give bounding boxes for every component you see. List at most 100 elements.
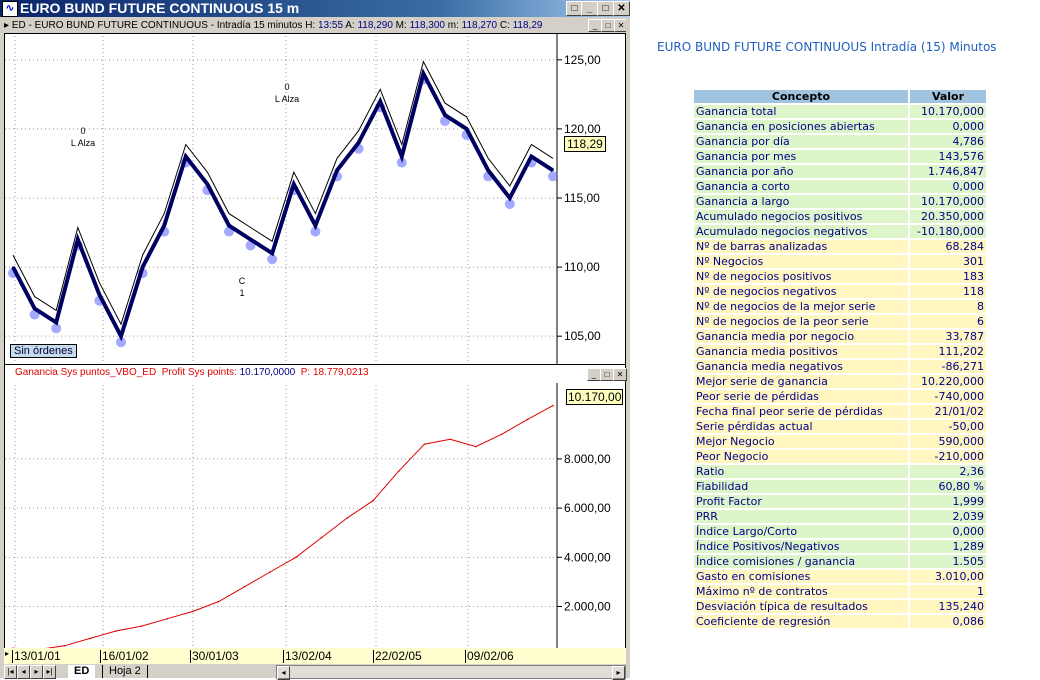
table-row: Ganancia a corto 0,000 [694, 180, 986, 193]
data-point [357, 141, 360, 144]
prev-sheet-button[interactable]: ◂ [17, 665, 30, 679]
horizontal-scrollbar[interactable]: ◂ ▸ [276, 665, 626, 680]
table-row: Ganancia por año 1.746,847 [694, 165, 986, 178]
value-cell: 3.010,00 [910, 570, 986, 583]
value-cell: 0,000 [910, 120, 986, 133]
value-cell: 20.350,000 [910, 210, 986, 223]
concept-cell: Acumulado negocios positivos [694, 210, 908, 223]
concept-cell: Ganancia media negativos [694, 360, 908, 373]
expand-arrow-icon[interactable]: ▸ [4, 20, 12, 31]
value-cell: 590,000 [910, 435, 986, 448]
concept-cell: Ganancia a corto [694, 180, 908, 193]
data-point [530, 155, 533, 158]
series-line [12, 405, 554, 651]
concept-cell: Mejor serie de ganancia [694, 375, 908, 388]
tab-ed[interactable]: ED [68, 665, 96, 678]
data-point [444, 114, 446, 116]
equity-legend: Ganancia Sys puntos_VBO_ED Profit Sys po… [15, 367, 369, 378]
equity-maximize-button[interactable]: □ [600, 368, 614, 381]
data-point [228, 224, 230, 227]
data-point [243, 585, 246, 588]
legend-value: 10.170,0000 [239, 367, 296, 378]
tab-hoja-2[interactable]: Hoja 2 [102, 665, 148, 678]
data-point [217, 600, 220, 603]
y-tick-label: 6.000,00 [564, 501, 611, 515]
title-bar: ∿ EURO BUND FUTURE CONTINUOUS 15 m □ _ □… [0, 0, 630, 17]
y-tick-label: 125,00 [564, 53, 601, 67]
data-point [552, 169, 554, 172]
next-sheet-button[interactable]: ▸ [30, 665, 43, 679]
value-cell: 0,000 [910, 525, 986, 538]
value-cell: 1.746,847 [910, 165, 986, 178]
last-sheet-button[interactable]: ▸| [43, 665, 56, 679]
concept-cell: Ganancia por día [694, 135, 908, 148]
data-point [185, 155, 187, 158]
signal-marker [51, 323, 62, 334]
table-row: Índice Positivos/Negativos 1,289 [694, 540, 986, 553]
concept-cell: Mejor Negocio [694, 435, 908, 448]
concept-cell: Índice comisiones / ganancia [694, 555, 908, 568]
a-value: 118,290 [357, 20, 393, 31]
value-cell: -740,000 [910, 390, 986, 403]
data-point [423, 443, 426, 445]
equity-close-button[interactable]: ✕ [613, 368, 627, 381]
min-value: 118,270 [461, 20, 498, 31]
equity-minimize-button[interactable]: _ [587, 368, 601, 381]
date-tick-label: 30/01/03 [190, 649, 239, 663]
value-cell: 10.170,000 [910, 105, 986, 118]
table-row: Nº de negocios negativos 118 [694, 285, 986, 298]
date-tick-label: 16/01/02 [100, 649, 149, 663]
sub-minimize-button[interactable]: _ [588, 19, 602, 32]
close-button[interactable]: ✕ [613, 1, 630, 16]
sub-maximize-button[interactable]: □ [601, 19, 615, 32]
data-point [487, 169, 490, 172]
table-row: Peor serie de pérdidas -740,000 [694, 390, 986, 403]
value-cell: 301 [910, 255, 986, 268]
concept-cell: Índice Positivos/Negativos [694, 540, 908, 553]
value-cell: 8 [910, 300, 986, 313]
statistics-table: Concepto Valor Ganancia total 10.170,000 Ga… [692, 88, 988, 630]
table-row: Ganancia total 10.170,000 [694, 105, 986, 118]
y-tick-label: 4.000,00 [564, 550, 611, 564]
data-point [295, 556, 297, 559]
data-point [449, 438, 451, 441]
concept-cell: Coeficiente de regresión [694, 615, 908, 628]
data-point [163, 224, 165, 227]
first-sheet-button[interactable]: |◂ [4, 665, 17, 679]
maximize-button[interactable]: □ [597, 1, 614, 16]
equity-panel[interactable]: Ganancia Sys puntos_VBO_ED Profit Sys po… [4, 364, 627, 680]
data-point [397, 470, 400, 473]
min-label: m: [447, 20, 459, 31]
concept-cell: Nº de barras analizadas [694, 240, 908, 253]
value-cell: 111,202 [910, 345, 986, 358]
date-tick-label: 13/02/04 [283, 649, 332, 663]
value-cell: 2,039 [910, 510, 986, 523]
y-tick-label: 120,00 [564, 122, 601, 136]
concept-cell: Ganancia en posiciones abiertas [694, 120, 908, 133]
scroll-left-arrow-icon[interactable]: ▸ [5, 649, 9, 658]
table-row: Nº de barras analizadas 68.284 [694, 240, 986, 253]
minimize-button[interactable]: _ [581, 1, 598, 16]
y-tick-label: 2.000,00 [564, 599, 611, 613]
y-tick-label: 105,00 [564, 329, 601, 343]
legend-name: Ganancia Sys puntos_VBO_ED [15, 367, 157, 378]
value-cell: 4,786 [910, 135, 986, 148]
table-row: Ganancia media positivos 111,202 [694, 345, 986, 358]
value-cell: 183 [910, 270, 986, 283]
table-row: Fecha final peor serie de pérdidas 21/01/… [694, 405, 986, 418]
table-row: Ganancia media por negocio 33,787 [694, 330, 986, 343]
window-title: EURO BUND FUTURE CONTINUOUS 15 m [20, 0, 300, 16]
data-point [526, 418, 529, 421]
data-point [192, 610, 194, 613]
concept-cell: Ratio [694, 465, 908, 478]
data-point [401, 155, 403, 158]
data-point [120, 335, 122, 337]
sub-close-button[interactable]: ✕ [614, 19, 626, 32]
data-point [379, 100, 382, 103]
data-point [314, 224, 317, 227]
data-point [422, 72, 425, 75]
data-point [465, 128, 468, 130]
value-cell: 60,80 % [910, 480, 986, 493]
value-cell: 118 [910, 285, 986, 298]
price-panel[interactable]: 125,00 120,00 115,00 110,00 105,00 0 L Alza 0 L … [4, 33, 626, 370]
